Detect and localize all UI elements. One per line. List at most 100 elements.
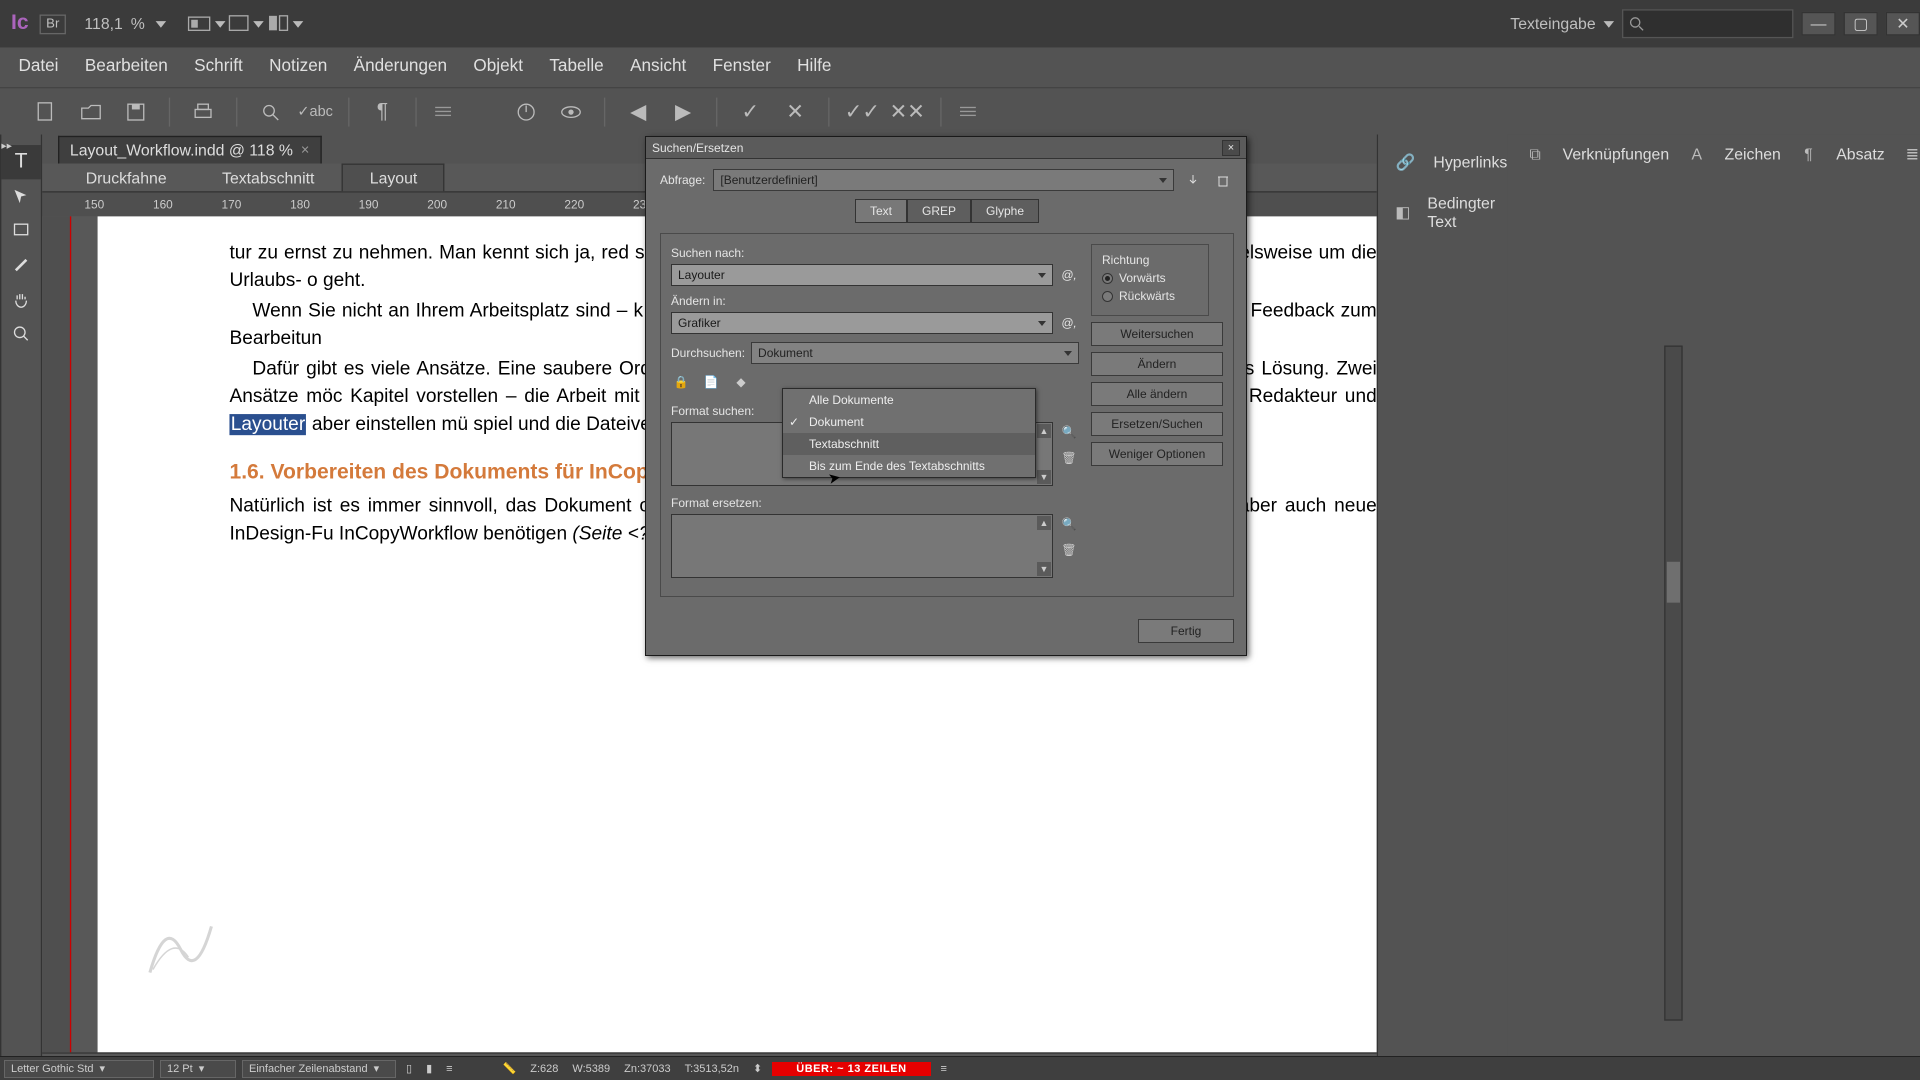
change-all-button[interactable]: Alle ändern xyxy=(1091,382,1223,406)
new-button[interactable] xyxy=(26,93,66,130)
window-minimize-button[interactable]: — xyxy=(1801,12,1835,36)
direction-forward-radio[interactable]: Vorwärts xyxy=(1102,271,1198,285)
window-close-button[interactable]: ✕ xyxy=(1886,12,1920,36)
panel-hyperlinks[interactable]: 🔗Hyperlinks xyxy=(1378,142,1507,182)
fewer-options-button[interactable]: Weniger Optionen xyxy=(1091,442,1223,466)
checkout-button[interactable] xyxy=(506,93,546,130)
view-mode-button[interactable] xyxy=(187,8,227,40)
delete-query-button[interactable] xyxy=(1212,170,1234,190)
accept-all-button[interactable]: ✓✓ xyxy=(843,93,883,130)
note-tool[interactable] xyxy=(1,214,41,248)
preview-button[interactable] xyxy=(551,93,591,130)
panel-menu-button-2[interactable] xyxy=(955,93,981,130)
zoom-level-field[interactable]: 118,1% xyxy=(76,15,173,33)
scroll-up-button[interactable]: ▲ xyxy=(1037,424,1051,438)
panel-links[interactable]: ⧉Verknüpfungen xyxy=(1507,135,1669,175)
save-button[interactable] xyxy=(116,93,156,130)
menu-tabelle[interactable]: Tabelle xyxy=(536,47,617,87)
clear-change-format-button[interactable]: 🗑 xyxy=(1059,540,1079,560)
scroll-down-button[interactable]: ▼ xyxy=(1037,562,1051,576)
include-locked-stories-icon[interactable]: 📄 xyxy=(701,372,721,392)
reject-change-button[interactable]: ✕ xyxy=(775,93,815,130)
tab-grep[interactable]: GREP xyxy=(907,199,971,223)
help-search-input[interactable] xyxy=(1622,9,1793,38)
panel-paragraph[interactable]: ¶Absatz xyxy=(1781,135,1885,175)
menu-aenderungen[interactable]: Änderungen xyxy=(340,47,460,87)
eyedropper-tool[interactable] xyxy=(1,248,41,282)
workspace-switcher[interactable]: Texteingabe xyxy=(1502,15,1622,33)
menu-hilfe[interactable]: Hilfe xyxy=(784,47,845,87)
save-query-button[interactable] xyxy=(1182,170,1204,190)
direction-backward-radio[interactable]: Rückwärts xyxy=(1102,289,1198,303)
screen-mode-button[interactable] xyxy=(227,8,267,40)
change-format-box[interactable]: ▲ ▼ xyxy=(671,514,1053,578)
spellcheck-button[interactable]: ✓abc xyxy=(295,93,335,130)
status-size-field[interactable]: 12 Pt▾ xyxy=(160,1060,236,1078)
open-button[interactable] xyxy=(71,93,111,130)
vertical-scrollbar[interactable] xyxy=(1664,345,1682,1020)
hand-tool[interactable] xyxy=(1,282,41,316)
change-find-button[interactable]: Ersetzen/Suchen xyxy=(1091,412,1223,436)
scope-option-story[interactable]: Textabschnitt xyxy=(783,433,1035,455)
panel-character[interactable]: AZeichen xyxy=(1669,135,1781,175)
panel-thesaurus[interactable]: ≣Thesaurus xyxy=(1885,135,1920,175)
status-font-field[interactable]: Letter Gothic Std▾ xyxy=(4,1060,154,1078)
menu-objekt[interactable]: Objekt xyxy=(460,47,536,87)
view-tab-druckfahne[interactable]: Druckfahne xyxy=(58,164,194,192)
panel-conditional-text[interactable]: ◧Bedingter Text xyxy=(1378,193,1507,233)
close-tab-button[interactable]: × xyxy=(301,142,309,158)
tab-text[interactable]: Text xyxy=(855,199,907,223)
tab-glyph[interactable]: Glyphe xyxy=(971,199,1039,223)
menu-notizen[interactable]: Notizen xyxy=(256,47,340,87)
dialog-titlebar[interactable]: Suchen/Ersetzen × xyxy=(646,137,1246,159)
change-to-field[interactable]: Grafiker xyxy=(671,312,1053,334)
change-button[interactable]: Ändern xyxy=(1091,352,1223,376)
status-columns-icon-2[interactable]: ▮ xyxy=(422,1062,436,1075)
document-tab[interactable]: Layout_Workflow.indd @ 118 % × xyxy=(58,136,321,164)
done-button[interactable]: Fertig xyxy=(1138,619,1234,643)
scope-option-to-end[interactable]: Bis zum Ende des Textabschnitts xyxy=(783,455,1035,477)
print-button[interactable] xyxy=(183,93,223,130)
menu-datei[interactable]: Datei xyxy=(5,47,71,87)
status-menu-1[interactable]: ≡ xyxy=(442,1063,456,1075)
selection-tool[interactable] xyxy=(1,179,41,213)
menu-fenster[interactable]: Fenster xyxy=(699,47,783,87)
query-combo[interactable]: [Benutzerdefiniert] xyxy=(713,169,1174,191)
view-tab-layout[interactable]: Layout xyxy=(342,164,445,192)
reject-all-button[interactable]: ✕✕ xyxy=(887,93,927,130)
scope-option-all-documents[interactable]: Alle Dokumente xyxy=(783,389,1035,411)
view-tab-textabschnitt[interactable]: Textabschnitt xyxy=(194,164,342,192)
panel-menu-button-1[interactable] xyxy=(430,93,456,130)
include-hidden-layers-icon[interactable]: ◆ xyxy=(731,372,751,392)
next-change-button[interactable]: ▶ xyxy=(663,93,703,130)
menu-schrift[interactable]: Schrift xyxy=(181,47,256,87)
search-button[interactable] xyxy=(251,93,291,130)
specify-find-format-button[interactable]: 🔍 xyxy=(1059,422,1079,442)
prev-change-button[interactable]: ◀ xyxy=(618,93,658,130)
special-chars-change-button[interactable]: @, xyxy=(1059,316,1079,330)
special-chars-find-button[interactable]: @, xyxy=(1059,268,1079,282)
left-expand-strip[interactable]: ▸▸ xyxy=(0,135,1,1079)
bridge-button[interactable]: Br xyxy=(40,14,66,34)
scroll-down-button[interactable]: ▼ xyxy=(1037,470,1051,484)
clear-find-format-button[interactable]: 🗑 xyxy=(1059,448,1079,468)
status-menu-2[interactable]: ≡ xyxy=(937,1063,951,1075)
specify-change-format-button[interactable]: 🔍 xyxy=(1059,514,1079,534)
find-next-button[interactable]: Weitersuchen xyxy=(1091,322,1223,346)
scroll-up-button[interactable]: ▲ xyxy=(1037,516,1051,530)
accept-change-button[interactable]: ✓ xyxy=(731,93,771,130)
zoom-tool[interactable] xyxy=(1,316,41,350)
show-hidden-chars-button[interactable]: ¶ xyxy=(363,93,403,130)
menu-ansicht[interactable]: Ansicht xyxy=(617,47,700,87)
status-leading-field[interactable]: Einfacher Zeilenabstand▾ xyxy=(242,1060,396,1078)
include-locked-layers-icon[interactable]: 🔒 xyxy=(671,372,691,392)
scope-option-document[interactable]: ✓Dokument xyxy=(783,411,1035,433)
menu-bearbeiten[interactable]: Bearbeiten xyxy=(72,47,181,87)
find-what-field[interactable]: Layouter xyxy=(671,264,1053,286)
chain-icon: ⧉ xyxy=(1520,142,1549,166)
arrange-button[interactable] xyxy=(266,8,306,40)
status-columns-icon[interactable]: ▯ xyxy=(402,1062,416,1075)
dialog-close-button[interactable]: × xyxy=(1222,140,1240,156)
search-scope-combo[interactable]: Dokument xyxy=(751,342,1079,364)
window-maximize-button[interactable]: ▢ xyxy=(1844,12,1878,36)
